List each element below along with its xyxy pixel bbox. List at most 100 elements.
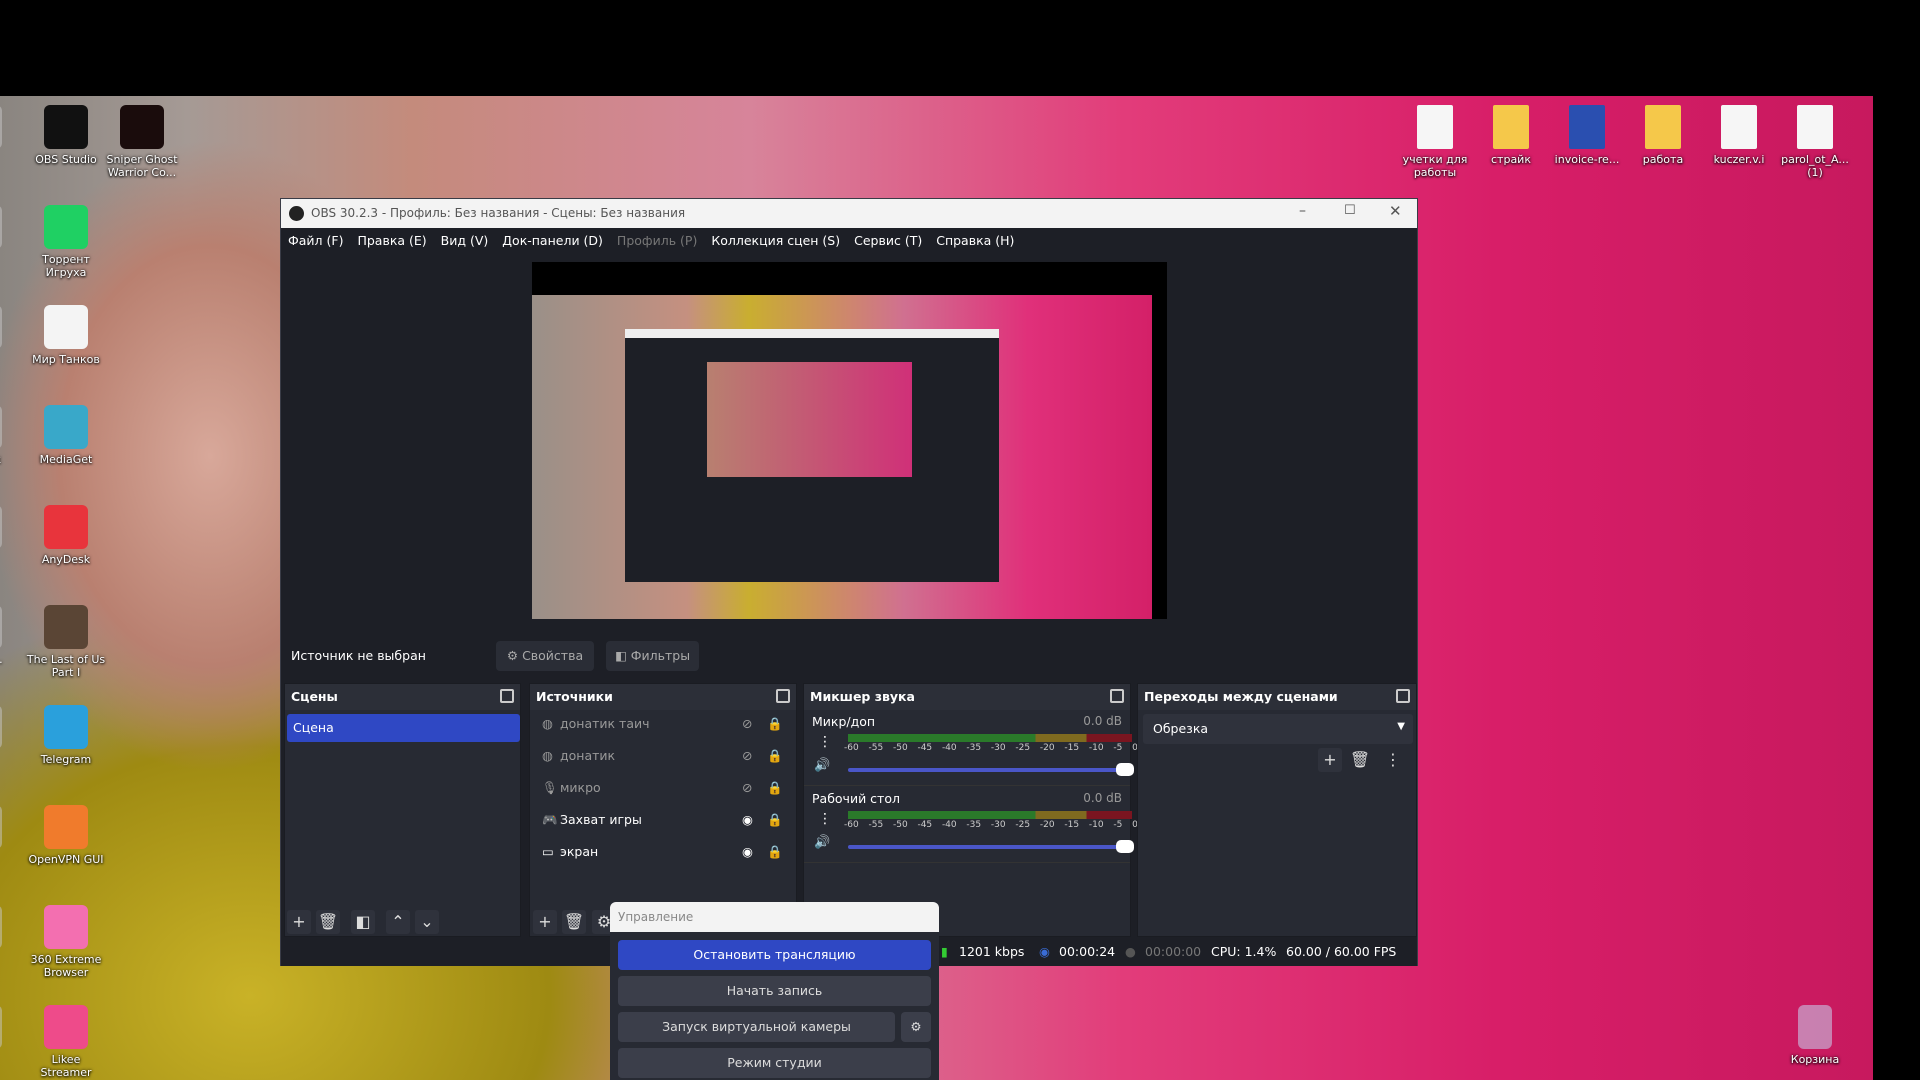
remove-transition-button[interactable]: 🗑 xyxy=(1348,748,1372,772)
desktop-icon-partial[interactable]: an ... xyxy=(0,505,20,566)
desktop-icon[interactable]: The Last of Us Part I xyxy=(26,605,106,679)
desktop-icon[interactable]: Мир Танков xyxy=(26,305,106,366)
scene-item[interactable]: Сцена xyxy=(287,714,520,742)
lock-icon[interactable]: 🔒 xyxy=(767,844,783,860)
eye-icon[interactable]: ◉ xyxy=(742,844,753,859)
recycle-bin[interactable]: Корзина xyxy=(1775,1005,1855,1066)
menu-item[interactable]: Справка (H) xyxy=(929,228,1021,253)
stop-streaming-button[interactable]: Остановить трансляцию xyxy=(618,940,931,970)
desktop-icon[interactable]: Торрент Игруха xyxy=(26,205,106,279)
desktop-icon[interactable]: учетки для работы xyxy=(1395,105,1475,179)
source-item[interactable]: 🎮 Захват игры ◉ 🔒 xyxy=(542,812,792,840)
desktop-icon[interactable]: Sniper Ghost Warrior Co... xyxy=(102,105,182,179)
title-bar[interactable]: OBS 30.2.3 - Профиль: Без названия - Сце… xyxy=(281,199,1417,228)
channel-menu-icon[interactable]: ⋮ xyxy=(818,734,832,750)
filters-button[interactable]: ◧ Фильтры xyxy=(606,641,699,671)
eye-hidden-icon[interactable]: ⊘ xyxy=(742,716,752,731)
monitor-icon: ▭ xyxy=(542,844,554,859)
source-item[interactable]: 🎙 микро ⊘ 🔒 xyxy=(542,780,792,808)
remove-source-button[interactable]: 🗑 xyxy=(562,910,586,934)
desktop-icon-partial[interactable]: BO... ск xyxy=(0,405,20,466)
bitrate-signal-icon: ▮ xyxy=(941,944,948,959)
source-item[interactable]: ▭ экран ◉ 🔒 xyxy=(542,844,792,872)
desktop-icon[interactable]: invoice-re... xyxy=(1547,105,1627,166)
desktop-icon[interactable]: Telegram xyxy=(26,705,106,766)
transition-menu-button[interactable]: ⋮ xyxy=(1381,748,1405,772)
desktop-icon-partial[interactable]: -Str... xyxy=(0,305,20,366)
desktop-icon[interactable]: AnyDesk xyxy=(26,505,106,566)
undock-icon[interactable] xyxy=(1396,689,1410,703)
virtual-camera-settings-button[interactable]: ⚙ xyxy=(901,1012,931,1042)
gear-icon: ⚙ xyxy=(910,1019,922,1034)
transition-select[interactable]: Обрезка ▼ xyxy=(1143,714,1413,744)
desktop-icon-partial[interactable]: tall... xyxy=(0,205,20,266)
desktop-icon[interactable]: OpenVPN GUI xyxy=(26,805,106,866)
desktop-icon-partial[interactable]: рафт xyxy=(0,705,20,766)
speaker-icon[interactable]: 🔊 xyxy=(814,835,830,850)
start-virtual-camera-button[interactable]: Запуск виртуальной камеры xyxy=(618,1012,895,1042)
maximize-button[interactable]: ☐ xyxy=(1344,203,1356,218)
slider-handle[interactable] xyxy=(1116,840,1134,853)
desktop-icon[interactable]: MediaGet xyxy=(26,405,106,466)
cpu-usage: CPU: 1.4% xyxy=(1211,944,1277,959)
preview-image xyxy=(532,295,1152,619)
mediaget-icon xyxy=(44,405,88,449)
start-recording-button[interactable]: Начать запись xyxy=(618,976,931,1006)
lock-icon[interactable]: 🔒 xyxy=(767,748,783,764)
studio-mode-button[interactable]: Режим студии xyxy=(618,1048,931,1078)
add-source-button[interactable]: + xyxy=(533,910,557,934)
lock-icon[interactable]: 🔒 xyxy=(767,780,783,796)
desktop-icon-partial[interactable]: for Mo... xyxy=(0,605,20,666)
add-transition-button[interactable]: + xyxy=(1318,748,1342,772)
desktop-icon[interactable]: страйк xyxy=(1471,105,1551,166)
menu-bar: Файл (F) Правка (E) Вид (V) Док-панели (D) П… xyxy=(281,228,1417,254)
volume-slider[interactable] xyxy=(848,763,1134,776)
scene-filters-button[interactable]: ◧ xyxy=(351,910,375,934)
lock-icon[interactable]: 🔒 xyxy=(767,716,783,732)
menu-item[interactable]: Правка (E) xyxy=(350,228,433,253)
preview-canvas[interactable] xyxy=(532,262,1167,619)
close-button[interactable]: ✕ xyxy=(1389,202,1402,220)
volume-slider[interactable] xyxy=(848,840,1134,853)
app-icon xyxy=(0,1005,2,1049)
dock-header: Переходы между сценами xyxy=(1138,684,1416,710)
desktop-icon-partial[interactable]: ex xyxy=(0,1005,20,1066)
meter-scale: -60 -55 -50 -45 -40 -35 -30 -25 -20 -15 -10 -5 0 xyxy=(844,743,1138,753)
menu-item[interactable]: Док-панели (D) xyxy=(495,228,610,253)
channel-menu-icon[interactable]: ⋮ xyxy=(818,811,832,827)
lock-icon[interactable]: 🔒 xyxy=(767,812,783,828)
menu-item[interactable]: Коллекция сцен (S) xyxy=(704,228,847,253)
undock-icon[interactable] xyxy=(776,689,790,703)
menu-item[interactable]: Сервис (T) xyxy=(847,228,929,253)
menu-item[interactable]: Файл (F) xyxy=(281,228,350,253)
add-scene-button[interactable]: + xyxy=(287,910,311,934)
undock-icon[interactable] xyxy=(500,689,514,703)
eye-icon[interactable]: ◉ xyxy=(742,812,753,827)
move-scene-down-button[interactable]: ⌄ xyxy=(415,910,439,934)
fps: 60.00 / 60.00 FPS xyxy=(1286,944,1397,959)
desktop-icon-partial[interactable]: ф. xyxy=(0,105,20,166)
slider-handle[interactable] xyxy=(1116,763,1134,776)
desktop-icon[interactable]: работа xyxy=(1623,105,1703,166)
minimize-button[interactable]: – xyxy=(1299,203,1306,219)
speaker-icon[interactable]: 🔊 xyxy=(814,758,830,773)
audio-mixer-dock: Микшер звука Микр/доп 0.0 dB ⋮ -60 -55 -50 -45… xyxy=(803,683,1138,937)
remove-scene-button[interactable]: 🗑 xyxy=(316,910,340,934)
desktop-icon[interactable]: parol_ot_A... (1) xyxy=(1775,105,1855,179)
source-item[interactable]: ◍ донатик ⊘ 🔒 xyxy=(542,748,792,776)
properties-button[interactable]: ⚙ Свойства xyxy=(496,641,594,671)
desktop-icon[interactable]: Likee Streamer xyxy=(26,1005,106,1079)
desktop-icon-partial[interactable]: y 4 xyxy=(0,805,20,866)
source-item[interactable]: ◍ донатик таич ⊘ 🔒 xyxy=(542,716,792,744)
menu-item[interactable]: Профиль (P) xyxy=(610,228,704,253)
undock-icon[interactable] xyxy=(1110,689,1124,703)
eye-hidden-icon[interactable]: ⊘ xyxy=(742,780,752,795)
desktop-icon[interactable]: 360 Extreme Browser xyxy=(26,905,106,979)
move-scene-up-button[interactable]: ⌃ xyxy=(386,910,410,934)
menu-item[interactable]: Вид (V) xyxy=(434,228,496,253)
obs-window: OBS 30.2.3 - Профиль: Без названия - Сце… xyxy=(280,198,1418,966)
desktop-icon-partial[interactable]: ore... xyxy=(0,905,20,966)
eye-hidden-icon[interactable]: ⊘ xyxy=(742,748,752,763)
desktop-icon[interactable]: OBS Studio xyxy=(26,105,106,166)
desktop-icon[interactable]: kuczer.v.i xyxy=(1699,105,1779,166)
